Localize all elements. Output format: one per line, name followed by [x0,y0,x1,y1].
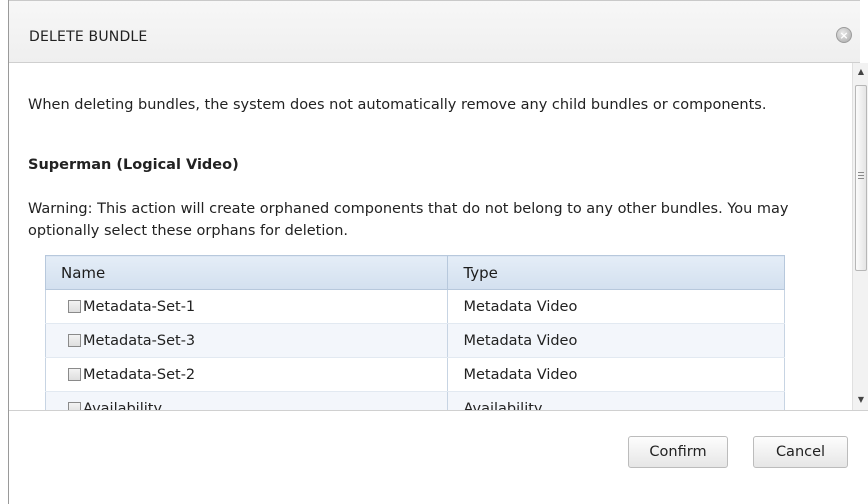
table-row: Metadata-Set-3 Metadata Video [44,323,785,358]
row-name: Metadata-Set-2 [83,366,196,383]
row-type: Metadata Video [463,332,578,349]
table-header-row: Name Type [44,255,785,290]
cancel-button[interactable]: Cancel [753,436,848,468]
scroll-down-arrow-icon[interactable]: ▼ [853,393,868,407]
row-checkbox[interactable] [68,300,81,313]
row-type: Metadata Video [463,366,578,383]
row-checkbox[interactable] [68,368,81,381]
dialog-body[interactable]: When deleting bundles, the system does n… [9,63,860,410]
row-name: Availability [83,400,163,411]
row-checkbox[interactable] [68,334,81,347]
warning-text: Warning: This action will create orphane… [28,201,789,239]
type-column-header[interactable]: Type [447,255,785,290]
table-row: Metadata-Set-2 Metadata Video [44,357,785,392]
dialog-header: DELETE BUNDLE × [9,0,860,63]
confirm-button[interactable]: Confirm [628,436,728,468]
bundle-name-heading: Superman (Logical Video) [28,157,239,173]
row-type: Availability [463,400,543,411]
row-name: Metadata-Set-3 [83,332,196,349]
name-column-header[interactable]: Name [44,255,449,290]
orphans-table: Name Type Metadata-Set-1 Metadata Video [44,255,785,411]
table-row: Metadata-Set-1 Metadata Video [44,289,785,324]
intro-text: When deleting bundles, the system does n… [28,97,767,113]
grip-icon [858,172,864,179]
table-row: Availability Availability [44,391,785,411]
row-type: Metadata Video [463,298,578,315]
row-checkbox[interactable] [68,402,81,410]
vertical-scrollbar[interactable]: ▲ ▼ [852,63,868,410]
footer-divider [9,410,868,411]
delete-bundle-dialog: DELETE BUNDLE × When deleting bundles, t… [8,0,868,504]
close-icon[interactable]: × [836,27,852,43]
scrollbar-thumb[interactable] [855,85,867,271]
dialog-title: DELETE BUNDLE [29,29,148,45]
row-name: Metadata-Set-1 [83,298,196,315]
scroll-up-arrow-icon[interactable]: ▲ [853,65,868,79]
